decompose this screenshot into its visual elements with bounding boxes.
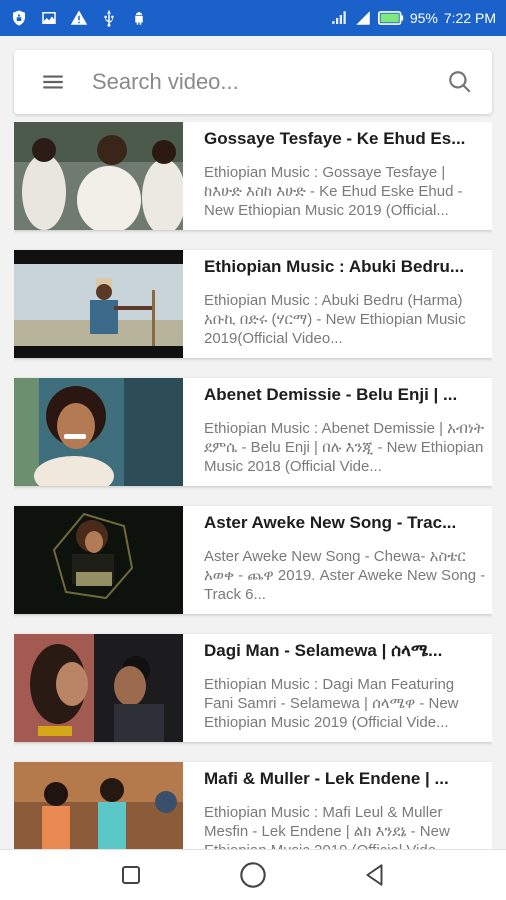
battery-charging-icon [377, 9, 404, 27]
video-card[interactable]: Dagi Man - Selamewa | ሰላሜ... Ethiopian M… [14, 634, 492, 742]
video-card[interactable]: Mafi & Muller - Lek Endene | ... Ethiopi… [14, 762, 492, 849]
status-time: 7:22 PM [443, 10, 496, 26]
video-title: Ethiopian Music : Abuki Bedru... [204, 257, 465, 276]
video-thumbnail[interactable] [14, 762, 183, 849]
search-bar [14, 50, 492, 114]
video-thumbnail[interactable] [14, 378, 183, 486]
android-icon [130, 9, 148, 27]
battery-percent: 95% [409, 10, 438, 26]
menu-icon[interactable] [40, 69, 66, 95]
video-card[interactable]: Gossaye Tesfaye - Ke Ehud Es... Ethiopia… [14, 122, 492, 230]
image-icon [40, 9, 58, 27]
video-description: Ethiopian Music : Dagi Man Featuring Fan… [204, 676, 459, 731]
video-card[interactable]: Abenet Demissie - Belu Enji | ... Ethiop… [14, 378, 492, 486]
video-thumbnail[interactable] [14, 506, 183, 614]
video-thumbnail[interactable] [14, 634, 183, 742]
video-title: Dagi Man - Selamewa | ሰላሜ... [204, 641, 443, 660]
home-icon[interactable] [233, 855, 273, 895]
video-description: Ethiopian Music : Abenet Demissie | አብነት… [204, 420, 484, 475]
status-bar: 95% 7:22 PM [0, 0, 506, 36]
video-description: Ethiopian Music : Mafi Leul & Muller Mes… [204, 804, 450, 849]
video-list: Gossaye Tesfaye - Ke Ehud Es... Ethiopia… [14, 122, 492, 849]
shield-icon [10, 9, 28, 27]
video-thumbnail[interactable] [14, 122, 183, 230]
video-title: Abenet Demissie - Belu Enji | ... [204, 385, 458, 404]
search-icon[interactable] [442, 64, 478, 100]
video-title: Gossaye Tesfaye - Ke Ehud Es... [204, 129, 466, 148]
video-description: Ethiopian Music : Abuki Bedru (Harma) አቡ… [204, 292, 466, 347]
search-input[interactable] [92, 69, 442, 95]
warning-icon [70, 9, 88, 27]
navigation-bar [0, 849, 506, 900]
cell-signal-icon [354, 9, 372, 27]
video-title: Aster Aweke New Song - Trac... [204, 513, 457, 532]
usb-icon [100, 9, 118, 27]
video-title: Mafi & Muller - Lek Endene | ... [204, 769, 449, 788]
wifi-signal-icon [330, 9, 348, 27]
video-thumbnail[interactable] [14, 250, 183, 358]
video-description: Aster Aweke New Song - Chewa- አስቴር አወቀ -… [204, 548, 486, 603]
back-icon[interactable] [355, 855, 395, 895]
video-card[interactable]: Ethiopian Music : Abuki Bedru... Ethiopi… [14, 250, 492, 358]
video-description: Ethiopian Music : Gossaye Tesfaye | ከእሁድ… [204, 164, 463, 219]
video-card[interactable]: Aster Aweke New Song - Trac... Aster Awe… [14, 506, 492, 614]
recent-apps-icon[interactable] [111, 855, 151, 895]
